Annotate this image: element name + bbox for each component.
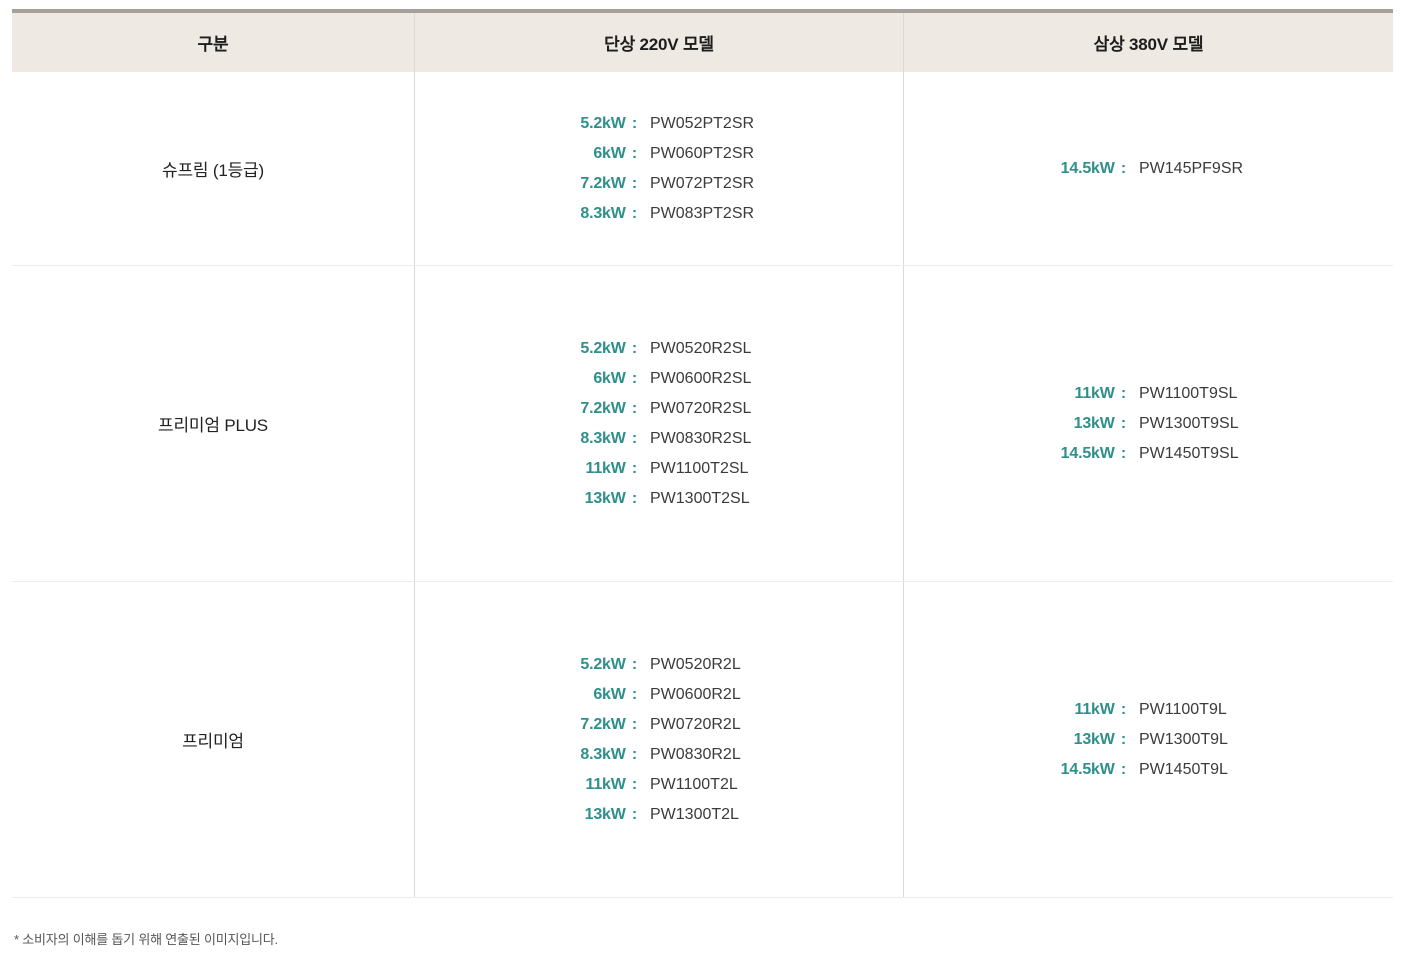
model-code: PW1300T2L: [650, 800, 903, 830]
capacity-label: 8.3kW: [415, 199, 637, 229]
capacity-label: 6kW: [415, 364, 637, 394]
model-spec-line: 14.5kW PW1450T9SL: [904, 439, 1393, 469]
models-380v-cell: 11kW PW1100T9L 13kW PW1300T9L 14.5kW PW1450T9…: [903, 582, 1393, 897]
model-code: PW0830R2SL: [650, 424, 903, 454]
model-code: PW0720R2SL: [650, 394, 903, 424]
models-220v-cell: 5.2kW PW052PT2SR 6kW PW060PT2SR 7.2kW PW072PT…: [414, 72, 903, 265]
model-code: PW1100T2L: [650, 770, 903, 800]
model-spec-line: 6kW PW0600R2SL: [415, 364, 903, 394]
header-380v-model: 삼상 380V 모델: [903, 13, 1393, 72]
capacity-label: 13kW: [904, 409, 1126, 439]
model-code: PW052PT2SR: [650, 109, 903, 139]
model-spec-table: 구분 단상 220V 모델 삼상 380V 모델 슈프림 (1등급) 5.2kW P…: [12, 9, 1393, 898]
model-spec-line: 13kW PW1300T2SL: [415, 484, 903, 514]
model-code: PW1100T9SL: [1139, 379, 1393, 409]
capacity-label: 6kW: [415, 139, 637, 169]
model-spec-line: 11kW PW1100T9L: [904, 695, 1393, 725]
category-label: 슈프림 (1등급): [162, 156, 264, 181]
model-code: PW0520R2SL: [650, 334, 903, 364]
capacity-label: 8.3kW: [415, 740, 637, 770]
model-spec-line: 13kW PW1300T9SL: [904, 409, 1393, 439]
header-category: 구분: [12, 13, 414, 72]
table-header-row: 구분 단상 220V 모델 삼상 380V 모델: [12, 13, 1393, 72]
model-spec-line: 13kW PW1300T2L: [415, 800, 903, 830]
table-row: 슈프림 (1등급)5.2kWPW052PT2SR6kWPW060PT2SR7.2…: [12, 72, 1393, 265]
model-spec-line: 11kW PW1100T2L: [415, 770, 903, 800]
models-380v-cell: 11kW PW1100T9SL 13kW PW1300T9SL 14.5kW PW1450…: [903, 266, 1393, 581]
model-code: PW1100T9L: [1139, 695, 1393, 725]
model-spec-line: 13kW PW1300T9L: [904, 725, 1393, 755]
capacity-label: 7.2kW: [415, 169, 637, 199]
model-code: PW1300T2SL: [650, 484, 903, 514]
model-spec-line: 6kW PW060PT2SR: [415, 139, 903, 169]
category-cell: 슈프림 (1등급): [12, 72, 414, 265]
capacity-label: 13kW: [904, 725, 1126, 755]
models-380v-cell: 14.5kW PW145PF9SR: [903, 72, 1393, 265]
model-code: PW072PT2SR: [650, 169, 903, 199]
models-220v-cell: 5.2kW PW0520R2L 6kW PW0600R2L 7.2kW PW0720R2L…: [414, 582, 903, 897]
capacity-label: 5.2kW: [415, 650, 637, 680]
model-code: PW060PT2SR: [650, 139, 903, 169]
table-body: 슈프림 (1등급)5.2kWPW052PT2SR6kWPW060PT2SR7.2…: [12, 72, 1393, 897]
model-code: PW145PF9SR: [1139, 154, 1393, 184]
model-code: PW1450T9L: [1139, 755, 1393, 785]
capacity-label: 11kW: [904, 379, 1126, 409]
model-code: PW0720R2L: [650, 710, 903, 740]
model-spec-line: 5.2kW PW0520R2SL: [415, 334, 903, 364]
model-spec-line: 6kW PW0600R2L: [415, 680, 903, 710]
model-code: PW1300T9SL: [1139, 409, 1393, 439]
model-code: PW1100T2SL: [650, 454, 903, 484]
capacity-label: 14.5kW: [904, 439, 1126, 469]
capacity-label: 7.2kW: [415, 710, 637, 740]
category-label: 프리미엄: [182, 727, 244, 752]
capacity-label: 5.2kW: [415, 109, 637, 139]
model-spec-line: 11kW PW1100T9SL: [904, 379, 1393, 409]
model-code: PW0520R2L: [650, 650, 903, 680]
model-spec-line: 8.3kW PW083PT2SR: [415, 199, 903, 229]
models-220v-cell: 5.2kW PW0520R2SL 6kW PW0600R2SL 7.2kW PW0720R…: [414, 266, 903, 581]
capacity-label: 11kW: [415, 770, 637, 800]
model-spec-line: 7.2kW PW072PT2SR: [415, 169, 903, 199]
category-cell: 프리미엄: [12, 582, 414, 897]
model-code: PW1450T9SL: [1139, 439, 1393, 469]
model-spec-line: 7.2kW PW0720R2SL: [415, 394, 903, 424]
capacity-label: 6kW: [415, 680, 637, 710]
model-spec-line: 5.2kW PW052PT2SR: [415, 109, 903, 139]
capacity-label: 8.3kW: [415, 424, 637, 454]
model-spec-line: 7.2kW PW0720R2L: [415, 710, 903, 740]
model-spec-line: 14.5kW PW1450T9L: [904, 755, 1393, 785]
model-spec-line: 14.5kW PW145PF9SR: [904, 154, 1393, 184]
capacity-label: 11kW: [904, 695, 1126, 725]
model-spec-line: 5.2kW PW0520R2L: [415, 650, 903, 680]
capacity-label: 13kW: [415, 800, 637, 830]
capacity-label: 5.2kW: [415, 334, 637, 364]
capacity-label: 11kW: [415, 454, 637, 484]
model-code: PW0600R2L: [650, 680, 903, 710]
capacity-label: 14.5kW: [904, 154, 1126, 184]
capacity-label: 14.5kW: [904, 755, 1126, 785]
table-row: 프리미엄 PLUS5.2kWPW0520R2SL6kWPW0600R2SL7.2…: [12, 265, 1393, 581]
capacity-label: 7.2kW: [415, 394, 637, 424]
model-spec-line: 8.3kW PW0830R2SL: [415, 424, 903, 454]
model-code: PW0830R2L: [650, 740, 903, 770]
header-220v-model: 단상 220V 모델: [414, 13, 903, 72]
model-spec-line: 8.3kW PW0830R2L: [415, 740, 903, 770]
model-code: PW0600R2SL: [650, 364, 903, 394]
table-row: 프리미엄 5.2kW PW0520R2L 6kW PW0600R2L 7.2kW PW072…: [12, 581, 1393, 897]
model-code: PW1300T9L: [1139, 725, 1393, 755]
footnote-text: * 소비자의 이해를 돕기 위해 연출된 이미지입니다.: [14, 929, 1403, 948]
category-cell: 프리미엄 PLUS: [12, 266, 414, 581]
model-code: PW083PT2SR: [650, 199, 903, 229]
category-label: 프리미엄 PLUS: [158, 411, 268, 436]
model-spec-line: 11kW PW1100T2SL: [415, 454, 903, 484]
capacity-label: 13kW: [415, 484, 637, 514]
